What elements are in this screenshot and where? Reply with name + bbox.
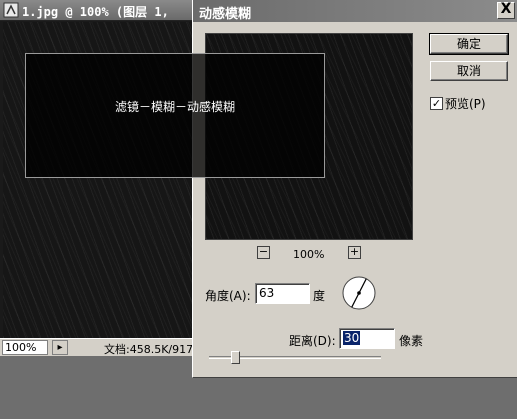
caption-overlay: 滤镜－模糊－动感模糊 (25, 53, 325, 178)
angle-input[interactable]: 63 (255, 283, 310, 304)
zoom-field[interactable]: 100% (2, 340, 48, 355)
preview-checkbox-label: 预览(P) (445, 97, 486, 111)
angle-unit: 度 (313, 289, 326, 303)
distance-label: 距离(D): (289, 334, 336, 348)
status-bar: 100% ▸ 文档:458.5K/917 (0, 338, 196, 356)
zoom-out-button[interactable]: − (257, 246, 270, 259)
distance-input[interactable]: 30 (339, 328, 395, 349)
plus-icon: + (349, 245, 360, 258)
zoom-in-button[interactable]: + (348, 246, 361, 259)
document-size-info: 文档:458.5K/917 (104, 343, 194, 356)
status-menu-button[interactable]: ▸ (52, 340, 68, 355)
cancel-button[interactable]: 取消 (430, 61, 508, 81)
document-title-bar[interactable]: 1.jpg @ 100% (图层 1, (0, 0, 196, 21)
document-icon (3, 2, 19, 18)
dialog-title: 动感模糊 (199, 7, 252, 22)
caption-text: 滤镜－模糊－动感模糊 (114, 100, 235, 114)
ok-button[interactable]: 确定 (429, 33, 509, 55)
dialog-title-bar[interactable]: 动感模糊 X (193, 0, 517, 22)
minus-icon: − (258, 245, 269, 258)
distance-slider-thumb[interactable] (231, 351, 240, 364)
preview-checkbox[interactable]: ✓ 预览(P) (430, 95, 486, 112)
checkmark-icon: ✓ (430, 97, 443, 110)
angle-dial[interactable] (341, 275, 377, 311)
distance-value: 30 (343, 331, 361, 345)
document-title: 1.jpg @ 100% (图层 1, (22, 5, 169, 19)
close-icon: X (500, 1, 512, 17)
angle-label: 角度(A): (205, 289, 251, 303)
preview-zoom-level: 100% (293, 248, 325, 261)
distance-unit: 像素 (399, 334, 424, 348)
close-button[interactable]: X (497, 2, 515, 19)
